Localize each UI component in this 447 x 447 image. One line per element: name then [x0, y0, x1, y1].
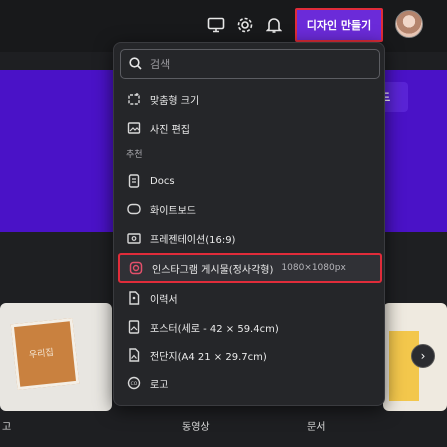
search-input[interactable] [150, 57, 370, 71]
menu-item-instagram-post[interactable]: 인스타그램 게시물(정사각형) 1080×1080px [118, 253, 382, 283]
svg-text:CO: CO [131, 381, 138, 387]
whiteboard-icon [126, 201, 142, 217]
avatar[interactable] [395, 10, 423, 38]
flyer-icon [126, 347, 142, 363]
bell-icon[interactable] [263, 14, 285, 36]
menu-item-flyer[interactable]: 전단지(A4 21 × 29.7cm) [118, 342, 382, 368]
menu-item-poster[interactable]: 포스터(세로 - 42 × 59.4cm) [118, 314, 382, 340]
menu-item-label: 인스타그램 게시물(정사각형) [152, 264, 274, 276]
presentation-icon [126, 230, 142, 246]
section-label-suggested: 추천 [126, 150, 143, 160]
menu-item-label: 사진 편집 [150, 124, 190, 136]
category-label-docs[interactable]: 문서 [307, 418, 325, 433]
monitor-icon[interactable] [205, 14, 227, 36]
menu-item-label: 화이트보드 [150, 205, 196, 217]
card-text: 우리집 [28, 348, 55, 361]
menu-item-logo[interactable]: CO 로고 [118, 370, 382, 396]
gear-icon[interactable] [234, 14, 256, 36]
template-card-left[interactable]: 우리집 [0, 303, 112, 411]
resize-icon [126, 91, 142, 107]
create-design-dropdown: 맞춤형 크기 사진 편집 추천 Docs 화이트보드 프레젠테이션(16:9 [113, 42, 385, 406]
create-design-button[interactable]: 디자인 만들기 [295, 8, 383, 42]
instagram-icon [128, 260, 144, 276]
card-artwork: 우리집 [10, 317, 80, 391]
category-label-video[interactable]: 동영상 [182, 418, 210, 433]
menu-item-whiteboard[interactable]: 화이트보드 [118, 196, 382, 222]
resume-icon [126, 290, 142, 306]
menu-item-presentation[interactable]: 프레젠테이션(16:9) [118, 225, 382, 251]
poster-thumbnail [389, 331, 419, 401]
menu-item-label: 맞춤형 크기 [150, 95, 200, 107]
poster-icon [126, 319, 142, 335]
menu-item-docs[interactable]: Docs [118, 168, 382, 194]
menu-item-resume[interactable]: 이력서 [118, 285, 382, 311]
menu-item-label: 프레젠테이션(16:9) [150, 234, 236, 246]
carousel-next-button[interactable]: › [411, 344, 435, 368]
logo-icon: CO [126, 375, 142, 391]
menu-item-label: 로고 [150, 379, 169, 391]
menu-item-label: 이력서 [150, 294, 178, 306]
chevron-right-icon: › [420, 349, 426, 363]
docs-icon [126, 173, 142, 189]
photo-edit-icon [126, 120, 142, 136]
menu-item-custom-size[interactable]: 맞춤형 크기 [118, 86, 382, 112]
menu-item-label: Docs [150, 175, 175, 187]
search-box[interactable] [120, 49, 380, 79]
menu-item-label: 포스터(세로 - 42 × 59.4cm) [150, 323, 279, 335]
search-icon [129, 55, 142, 74]
category-label-1[interactable]: 고 [2, 418, 11, 433]
menu-item-label: 전단지(A4 21 × 29.7cm) [150, 351, 267, 363]
app-page: 디자인 만들기 드 우리집 › 고 동영상 문서 맞춤형 크기 [0, 0, 447, 447]
menu-item-size: 1080×1080px [281, 263, 346, 273]
menu-item-photo-edit[interactable]: 사진 편집 [118, 115, 382, 141]
